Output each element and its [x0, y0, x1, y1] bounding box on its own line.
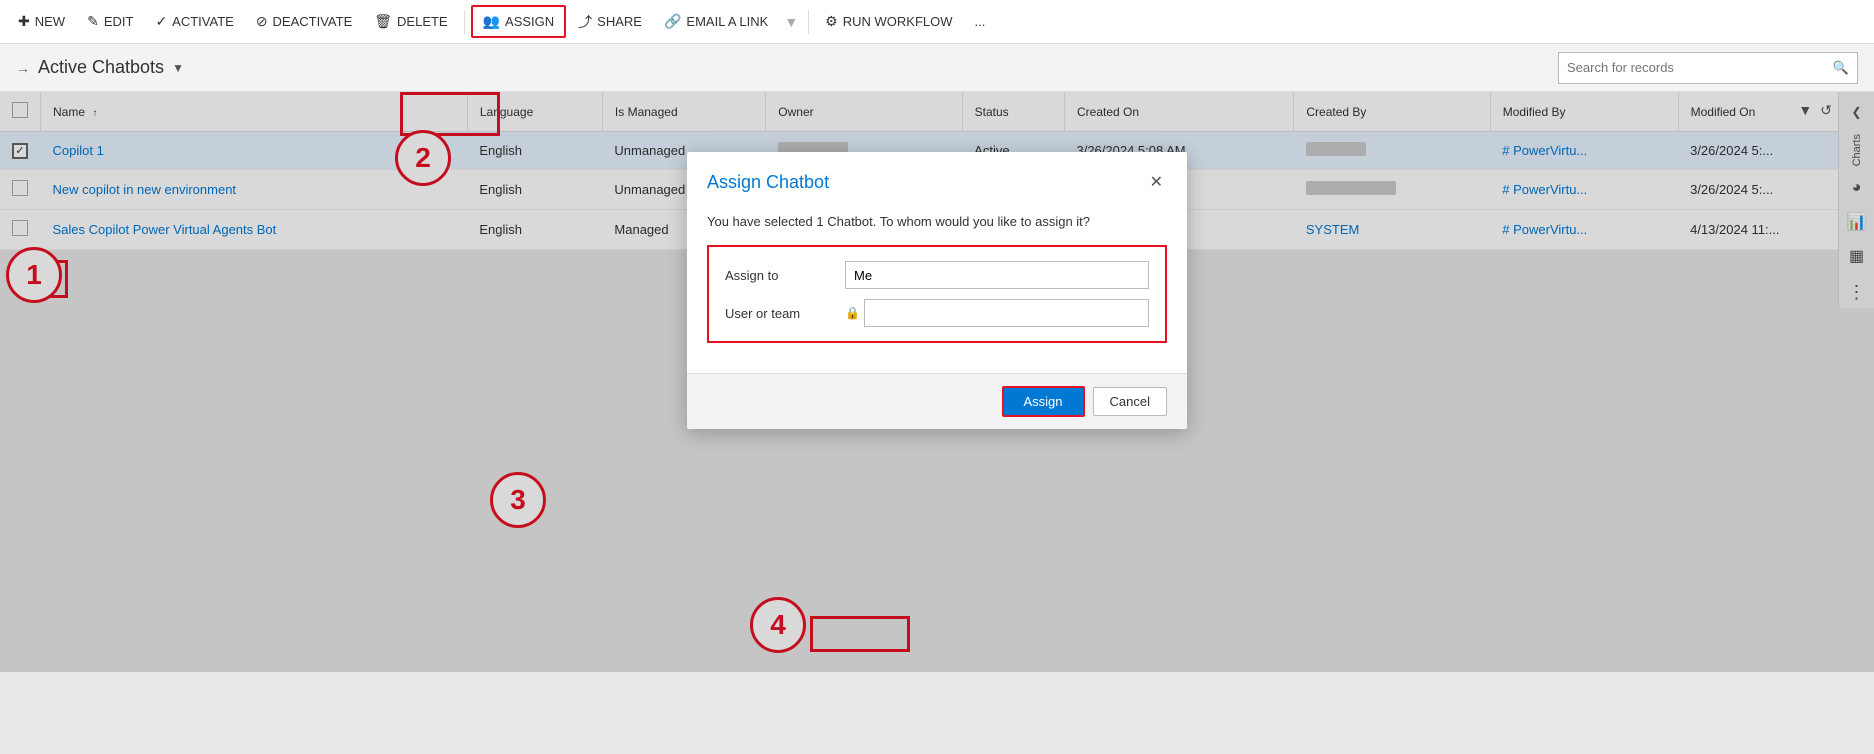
- modal-footer: Assign Cancel: [687, 373, 1187, 429]
- assign-confirm-button[interactable]: Assign: [1002, 386, 1085, 417]
- deactivate-icon: ⊘: [256, 13, 268, 30]
- share-button[interactable]: ⤴ SHARE: [568, 6, 652, 38]
- new-button[interactable]: ✚ NEW: [8, 7, 75, 36]
- email-link-button[interactable]: 🔗 EMAIL A LINK: [654, 7, 778, 36]
- more-button[interactable]: ...: [965, 8, 996, 35]
- edit-button[interactable]: ✎ EDIT: [77, 7, 143, 36]
- arrow-icon: →: [16, 60, 30, 76]
- plus-icon: ✚: [18, 13, 30, 30]
- modal-close-button[interactable]: ✕: [1146, 168, 1167, 196]
- assign-to-row: Assign to: [725, 261, 1149, 289]
- page-title: Active Chatbots: [38, 57, 164, 78]
- search-input[interactable]: [1567, 60, 1827, 75]
- user-team-row: User or team 🔒: [725, 299, 1149, 327]
- share-icon: ⤴: [578, 12, 592, 32]
- modal-header: Assign Chatbot ✕: [687, 152, 1187, 204]
- modal-form: Assign to User or team 🔒: [707, 245, 1167, 343]
- edit-icon: ✎: [87, 13, 99, 30]
- modal-overlay: Assign Chatbot ✕ You have selected 1 Cha…: [0, 92, 1874, 672]
- workflow-button[interactable]: ⚙ RUN WORKFLOW: [815, 7, 962, 36]
- header-row: → Active Chatbots ▼ 🔍: [0, 44, 1874, 92]
- dropdown-arrow[interactable]: ▼: [780, 14, 802, 30]
- email-icon: 🔗: [664, 13, 681, 30]
- cancel-button[interactable]: Cancel: [1093, 387, 1167, 416]
- search-box[interactable]: 🔍: [1558, 52, 1858, 84]
- modal-description: You have selected 1 Chatbot. To whom wou…: [707, 214, 1167, 229]
- user-team-input[interactable]: [864, 299, 1149, 327]
- check-icon: ✓: [155, 13, 167, 30]
- separator2: [808, 10, 809, 34]
- assign-to-input[interactable]: [845, 261, 1149, 289]
- deactivate-button[interactable]: ⊘ DEACTIVATE: [246, 7, 362, 36]
- user-team-label: User or team: [725, 306, 845, 321]
- delete-icon: 🗑: [374, 13, 392, 30]
- toolbar: ✚ NEW ✎ EDIT ✓ ACTIVATE ⊘ DEACTIVATE 🗑 D…: [0, 0, 1874, 44]
- activate-button[interactable]: ✓ ACTIVATE: [145, 7, 243, 36]
- workflow-icon: ⚙: [825, 13, 838, 30]
- delete-button[interactable]: 🗑 DELETE: [364, 7, 457, 36]
- assign-to-label: Assign to: [725, 268, 845, 283]
- search-icon: 🔍: [1833, 60, 1849, 76]
- header-title: → Active Chatbots ▼: [16, 57, 184, 78]
- modal-body: You have selected 1 Chatbot. To whom wou…: [687, 204, 1187, 373]
- assign-icon: 👥: [483, 13, 500, 30]
- modal-title: Assign Chatbot: [707, 172, 829, 193]
- chevron-down-icon[interactable]: ▼: [172, 61, 184, 75]
- assign-modal: Assign Chatbot ✕ You have selected 1 Cha…: [687, 152, 1187, 429]
- assign-button[interactable]: 👥 ASSIGN: [471, 5, 567, 38]
- content-area: Name ↑ Language Is Managed Owner Status …: [0, 92, 1874, 672]
- lock-icon: 🔒: [845, 306, 860, 320]
- separator: [464, 10, 465, 34]
